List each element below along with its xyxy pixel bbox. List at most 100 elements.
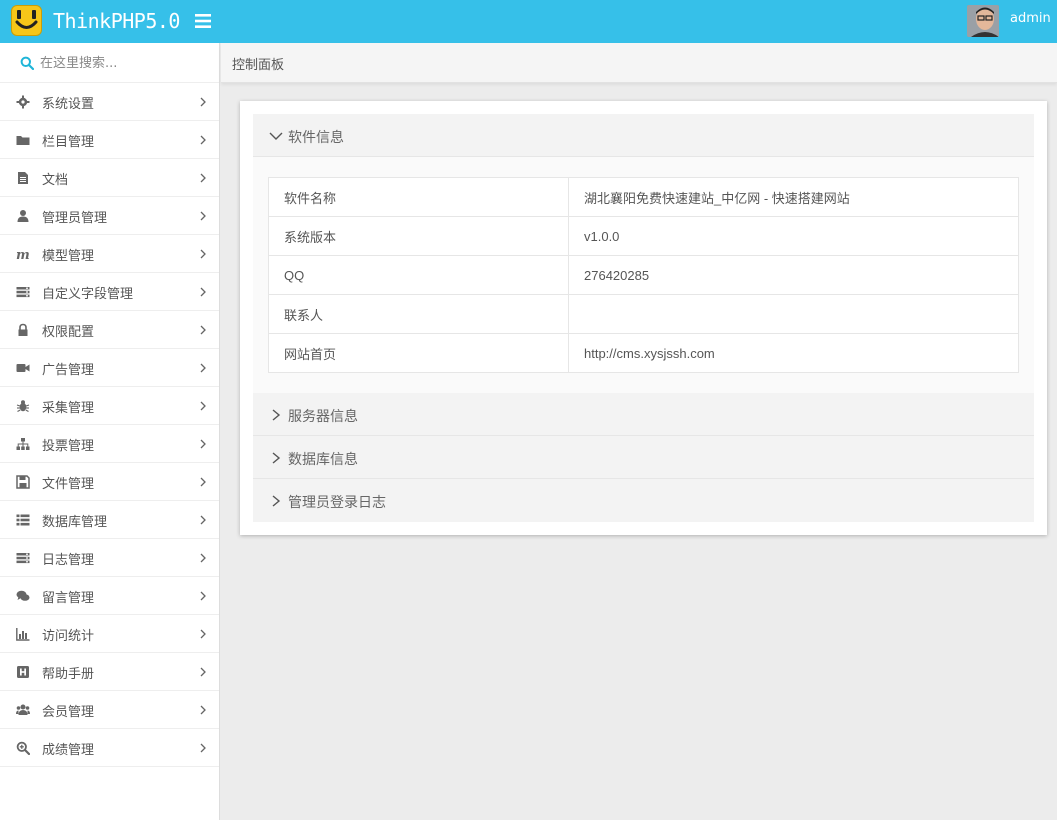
sidebar-item[interactable]: 数据库管理	[0, 501, 219, 539]
sidebar-item-label: 投票管理	[42, 439, 95, 454]
chevron-right-icon	[200, 363, 206, 373]
server-icon	[16, 553, 30, 564]
menu-toggle-icon[interactable]	[193, 11, 213, 31]
m-icon: m	[16, 248, 30, 261]
accordion-software-info[interactable]: 软件信息	[253, 114, 1034, 157]
sidebar-item[interactable]: 文档	[0, 159, 219, 197]
search-input[interactable]	[40, 53, 210, 73]
accordion-server-info[interactable]: 服务器信息	[253, 393, 1034, 436]
chevron-right-icon	[200, 705, 206, 715]
table-row: 系统版本 v1.0.0	[268, 216, 1019, 256]
video-icon	[16, 364, 30, 372]
sidebar-item-label: 日志管理	[42, 553, 95, 568]
info-key: 网站首页	[268, 333, 569, 373]
folder-icon	[16, 136, 30, 145]
software-info-table: 软件名称 湖北襄阳免费快速建站_中亿网 - 快速搭建网站 系统版本 v1.0.0 QQ 2…	[268, 177, 1019, 373]
sidebar-item[interactable]: 访问统计	[0, 615, 219, 653]
info-value: 276420285	[568, 255, 1019, 295]
sidebar-search	[0, 43, 219, 83]
chevron-right-icon	[200, 439, 206, 449]
chevron-right-icon	[200, 743, 206, 753]
users-icon	[16, 704, 30, 715]
sidebar-item-label: 留言管理	[42, 591, 95, 606]
sidebar-item[interactable]: 自定义字段管理	[0, 273, 219, 311]
sidebar-item-label: 文件管理	[42, 477, 95, 492]
info-value: 湖北襄阳免费快速建站_中亿网 - 快速搭建网站	[568, 177, 1019, 217]
sidebar-item-label: 成绩管理	[42, 743, 95, 758]
sidebar-item[interactable]: m 模型管理	[0, 235, 219, 273]
logo-icon[interactable]	[11, 5, 42, 36]
sidebar-item[interactable]: 文件管理	[0, 463, 219, 501]
chevron-right-icon	[200, 287, 206, 297]
sidebar-item-label: 权限配置	[42, 325, 95, 340]
breadcrumb-label[interactable]: 控制面板	[232, 54, 284, 73]
chevron-right-icon	[272, 495, 281, 507]
info-value	[568, 294, 1019, 334]
sidebar-item[interactable]: 广告管理	[0, 349, 219, 387]
table-row: 网站首页 http://cms.xysjssh.com	[268, 333, 1019, 373]
table-row: 联系人	[268, 294, 1019, 334]
accordion-database-info[interactable]: 数据库信息	[253, 436, 1034, 479]
file-icon	[18, 172, 28, 184]
lock-icon	[18, 323, 28, 336]
info-value: v1.0.0	[568, 216, 1019, 256]
chevron-right-icon	[200, 135, 206, 145]
chevron-right-icon	[200, 477, 206, 487]
chevron-right-icon	[200, 553, 206, 563]
brand-title[interactable]: ThinkPHP5.0	[53, 9, 180, 33]
info-value: http://cms.xysjssh.com	[568, 333, 1019, 373]
sidebar-item[interactable]: 会员管理	[0, 691, 219, 729]
sidebar-item-label: 模型管理	[42, 249, 95, 264]
accordion-title: 数据库信息	[288, 452, 358, 468]
accordion-admin-login-log[interactable]: 管理员登录日志	[253, 479, 1034, 522]
fields-icon	[16, 287, 30, 298]
comments-icon	[16, 590, 30, 601]
chevron-right-icon	[200, 629, 206, 639]
info-key: 软件名称	[268, 177, 569, 217]
avatar[interactable]	[967, 5, 999, 37]
list-icon	[16, 514, 30, 526]
chevron-right-icon	[200, 591, 206, 601]
sidebar-item[interactable]: 栏目管理	[0, 121, 219, 159]
top-navbar: ThinkPHP5.0 admin	[0, 0, 1057, 43]
sidebar-item-label: 数据库管理	[42, 515, 108, 530]
sidebar-item-label: 广告管理	[42, 363, 95, 378]
sidebar-item[interactable]: 系统设置	[0, 83, 219, 121]
user-icon	[17, 210, 29, 222]
accordion-title: 服务器信息	[288, 409, 358, 425]
bar-chart-icon	[16, 628, 30, 641]
chevron-right-icon	[200, 249, 206, 259]
chevron-down-icon	[269, 132, 283, 140]
sidebar-item[interactable]: 管理员管理	[0, 197, 219, 235]
sidebar-item[interactable]: 权限配置	[0, 311, 219, 349]
sidebar-item[interactable]: 成绩管理	[0, 729, 219, 767]
accordion-title: 管理员登录日志	[288, 495, 386, 511]
sitemap-icon	[16, 438, 30, 450]
sidebar-item[interactable]: 日志管理	[0, 539, 219, 577]
sidebar-item[interactable]: 帮助手册	[0, 653, 219, 691]
sidebar-item-label: 自定义字段管理	[42, 287, 134, 302]
sidebar-item[interactable]: 采集管理	[0, 387, 219, 425]
chevron-right-icon	[200, 667, 206, 677]
info-key: 联系人	[268, 294, 569, 334]
chevron-right-icon	[200, 97, 206, 107]
table-row: QQ 276420285	[268, 255, 1019, 295]
sidebar-item-label: 文档	[42, 173, 69, 188]
chevron-right-icon	[200, 173, 206, 183]
sidebar-item[interactable]: 留言管理	[0, 577, 219, 615]
sidebar-item-label: 采集管理	[42, 401, 95, 416]
chevron-right-icon	[200, 515, 206, 525]
accordion-title: 软件信息	[288, 130, 344, 146]
username-link[interactable]: admin	[1010, 11, 1051, 26]
h-square-icon	[17, 666, 29, 678]
chevron-right-icon	[200, 211, 206, 221]
svg-text:m: m	[16, 248, 30, 261]
chevron-right-icon	[200, 325, 206, 335]
sidebar-item-label: 系统设置	[42, 97, 95, 112]
zoom-icon	[16, 741, 30, 755]
sidebar-item[interactable]: 投票管理	[0, 425, 219, 463]
sidebar-item-label: 帮助手册	[42, 667, 95, 682]
gear-icon	[16, 95, 30, 109]
sidebar-item-label: 访问统计	[42, 629, 95, 644]
sidebar-item-label: 管理员管理	[42, 211, 108, 226]
